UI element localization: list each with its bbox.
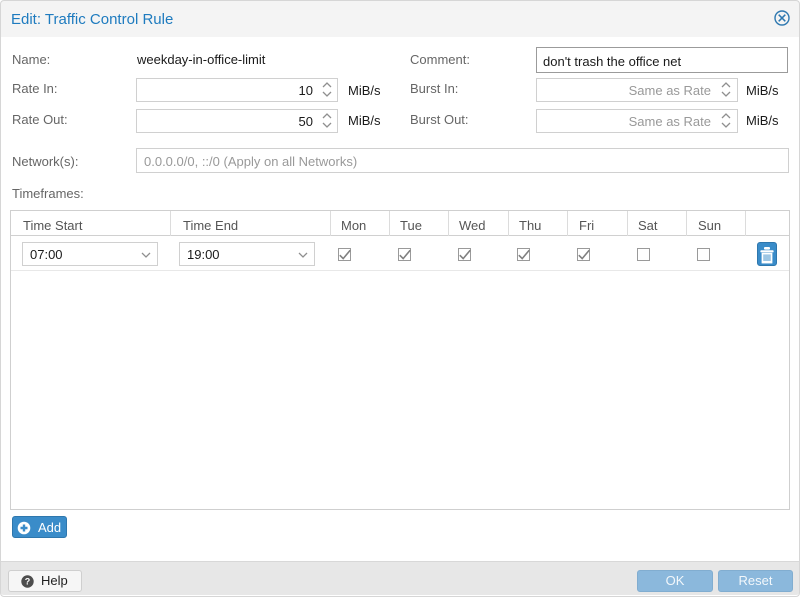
svg-text:?: ?	[25, 577, 31, 587]
